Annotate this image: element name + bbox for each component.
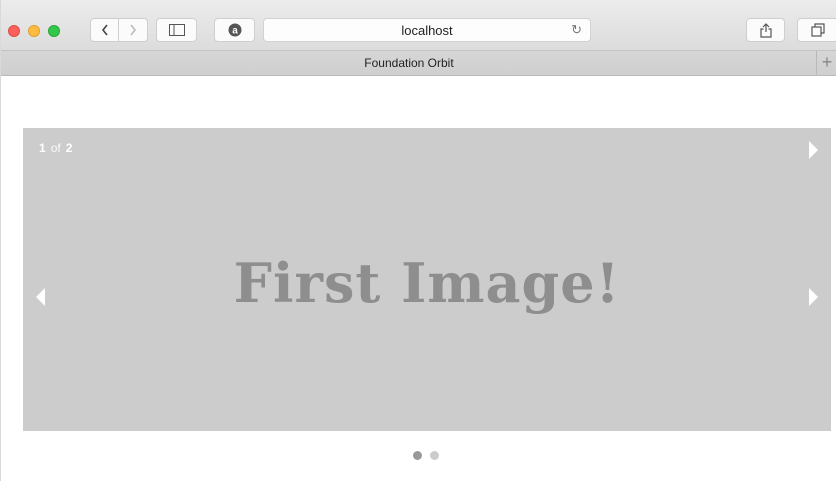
slide-bullets xyxy=(413,451,439,460)
address-text: localhost xyxy=(401,23,453,38)
close-window-button[interactable] xyxy=(8,25,20,37)
new-tab-button[interactable]: + xyxy=(816,51,836,75)
address-bar[interactable]: localhost ↻ xyxy=(263,18,591,42)
previous-slide-icon[interactable] xyxy=(36,288,45,306)
history-nav-group xyxy=(90,18,148,42)
minimize-window-button[interactable] xyxy=(28,25,40,37)
tabs-overview-button[interactable] xyxy=(797,18,836,42)
slide-of-label: of xyxy=(50,141,61,155)
share-icon xyxy=(759,22,772,38)
reader-extension-button[interactable]: a xyxy=(214,18,255,42)
svg-text:a: a xyxy=(232,26,238,37)
slide-bullet-2[interactable] xyxy=(430,451,439,460)
tabs-icon xyxy=(810,23,825,37)
extension-a-icon: a xyxy=(228,23,241,37)
orbit-slider: 1 of 2 First Image! xyxy=(23,128,831,431)
next-slide-icon[interactable] xyxy=(809,288,818,306)
share-button[interactable] xyxy=(746,18,785,42)
reload-icon[interactable]: ↻ xyxy=(571,22,582,38)
page-content: 1 of 2 First Image! xyxy=(1,76,836,481)
sidebar-toggle-button[interactable] xyxy=(156,18,197,42)
tab-bar: Foundation Orbit + xyxy=(1,51,836,76)
timer-play-icon[interactable] xyxy=(809,141,818,159)
slide-total: 2 xyxy=(65,141,73,155)
slide-bullet-1[interactable] xyxy=(413,451,422,460)
sidebar-icon xyxy=(168,24,185,36)
tab-foundation-orbit[interactable]: Foundation Orbit xyxy=(1,56,817,70)
slide-counter: 1 of 2 xyxy=(39,141,72,155)
zoom-window-button[interactable] xyxy=(48,25,60,37)
slide-current: 1 xyxy=(39,141,46,155)
chevron-left-icon xyxy=(101,24,108,36)
back-button[interactable] xyxy=(90,18,119,42)
slide-caption: First Image! xyxy=(233,251,621,315)
chevron-right-icon xyxy=(130,24,137,36)
browser-window: a localhost ↻ Foundation Orbit + 1 of 2 Fi… xyxy=(0,0,836,481)
browser-toolbar: a localhost ↻ xyxy=(1,0,836,51)
forward-button[interactable] xyxy=(119,18,148,42)
